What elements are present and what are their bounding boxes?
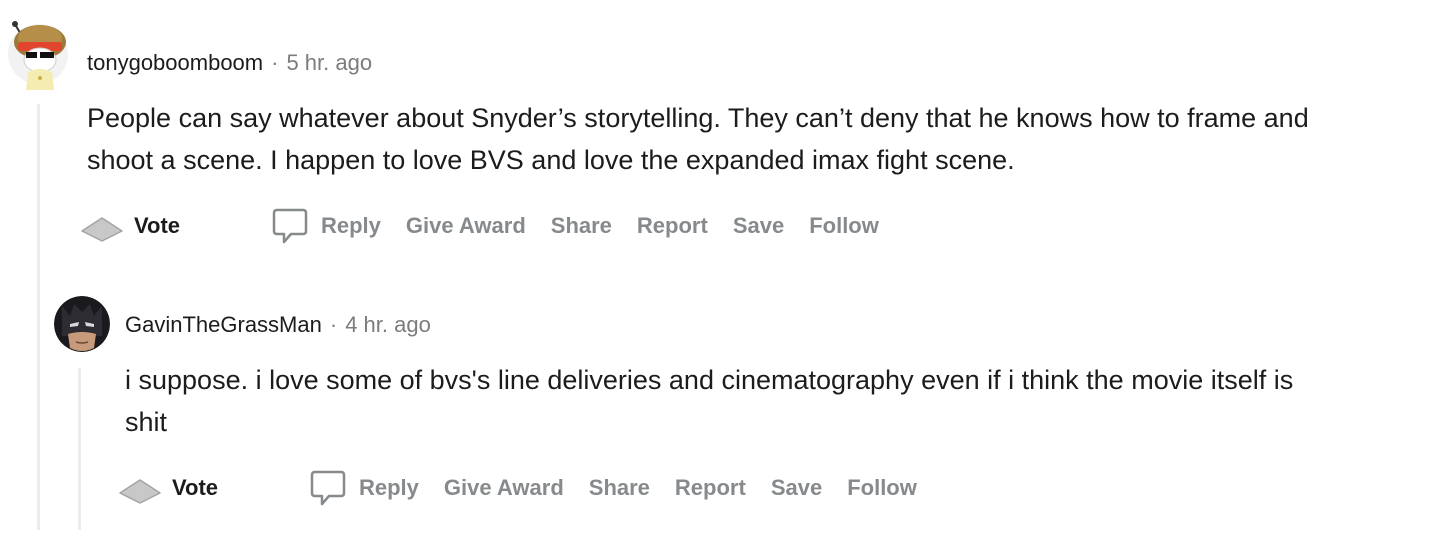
share-button[interactable]: Share (551, 213, 612, 239)
give-award-button[interactable]: Give Award (444, 475, 564, 501)
report-button[interactable]: Report (675, 475, 746, 501)
thread-line-level-1[interactable] (37, 104, 40, 530)
upvote-arrow-icon[interactable] (78, 210, 126, 242)
avatar[interactable] (8, 16, 68, 90)
username[interactable]: GavinTheGrassMan (125, 312, 322, 338)
vote-button[interactable]: Vote (116, 472, 310, 504)
reply-button[interactable]: Reply (272, 206, 381, 246)
meta-separator: · (329, 312, 338, 337)
avatar[interactable] (54, 296, 110, 352)
reply-button[interactable]: Reply (310, 468, 419, 508)
reply-label: Reply (321, 213, 381, 238)
comment-action-bar: Vote Reply Give Award Share Report Save … (116, 468, 942, 508)
batman-avatar-icon (54, 296, 110, 352)
comment-action-bar: Vote Reply Give Award Share Report Save … (78, 206, 904, 246)
username[interactable]: tonygoboomboom (87, 50, 263, 76)
meta-separator: · (271, 50, 279, 75)
upvote-arrow-icon[interactable] (116, 472, 164, 504)
thread-line-level-2[interactable] (78, 368, 81, 530)
comment-header: tonygoboomboom · 5 hr. ago (87, 50, 372, 76)
vote-button[interactable]: Vote (78, 210, 272, 242)
snoo-avatar-icon (8, 21, 68, 90)
vote-label: Vote (172, 475, 219, 500)
timestamp[interactable]: 5 hr. ago (286, 50, 372, 76)
give-award-button[interactable]: Give Award (406, 213, 526, 239)
follow-button[interactable]: Follow (809, 213, 879, 239)
report-button[interactable]: Report (637, 213, 708, 239)
save-button[interactable]: Save (733, 213, 784, 239)
vote-label: Vote (134, 213, 181, 238)
speech-bubble-icon (272, 208, 308, 244)
comment-header: GavinTheGrassMan · 4 hr. ago (125, 312, 431, 338)
save-button[interactable]: Save (771, 475, 822, 501)
speech-bubble-icon (310, 470, 346, 506)
share-button[interactable]: Share (589, 475, 650, 501)
timestamp[interactable]: 4 hr. ago (345, 312, 431, 338)
reply-label: Reply (359, 475, 419, 500)
comment-body: People can say whatever about Snyder’s s… (87, 103, 1309, 175)
comment-body: i suppose. i love some of bvs's line del… (125, 365, 1294, 437)
follow-button[interactable]: Follow (847, 475, 917, 501)
